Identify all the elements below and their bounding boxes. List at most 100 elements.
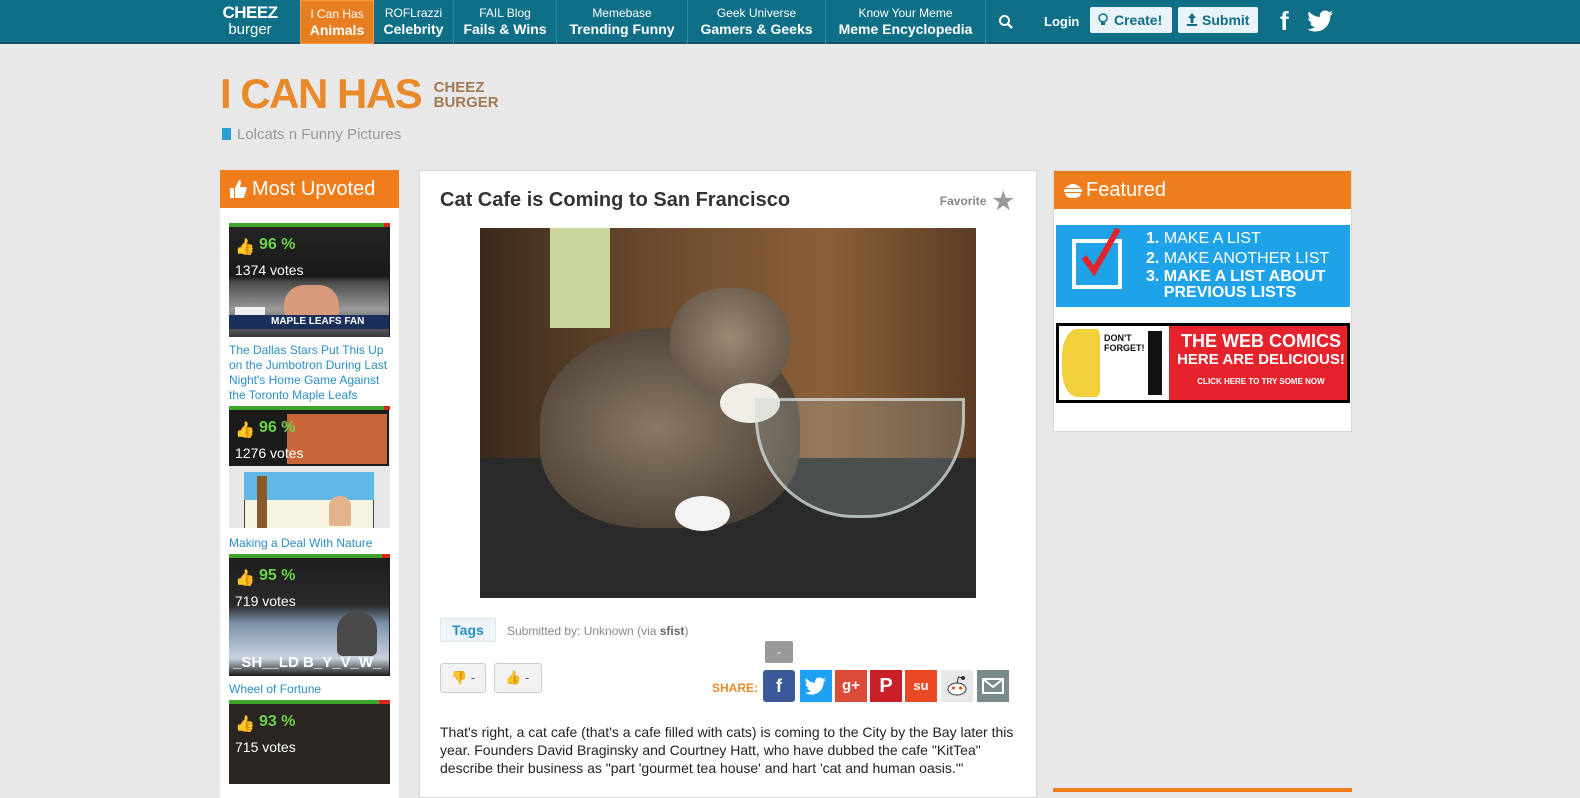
featured-heading: Featured [1054, 171, 1351, 209]
upvoted-item[interactable]: 👍 96 % 1276 votes Making a Deal With Nat… [229, 406, 390, 551]
facebook-share-icon[interactable]: f [763, 670, 795, 702]
nav-item-label: Fails & Wins [463, 21, 547, 37]
make-a-list-banner[interactable]: 1. MAKE A LIST 2. MAKE ANOTHER LIST 3. M… [1056, 225, 1350, 307]
burger-icon [1064, 184, 1082, 198]
comics-small-2: FORGET! [1104, 343, 1145, 353]
next-panel-edge [1053, 788, 1352, 792]
stumbleupon-share-icon[interactable]: su [905, 670, 937, 702]
nav-item-meme-encyclopedia[interactable]: Know Your Meme Meme Encyclopedia [826, 0, 986, 44]
nav-item-label: Animals [309, 22, 365, 38]
list-entry-3: 3. MAKE A LIST ABOUT PREVIOUS LISTS [1146, 269, 1344, 301]
upvoted-thumbnail[interactable]: _SH__LD B_Y_V_W_ 👍 95 % 719 votes [229, 558, 390, 676]
downvote-count: - [470, 670, 476, 685]
submitted-by-link[interactable]: sfist [660, 624, 685, 638]
upvoted-thumbnail[interactable]: 👍 93 % 715 votes [229, 704, 390, 784]
nav-item-label: Meme Encyclopedia [838, 21, 973, 37]
upvote-button[interactable]: 👍 - [494, 663, 542, 693]
share-count: - [765, 641, 793, 663]
upvoted-item-title[interactable]: Wheel of Fortune [229, 682, 390, 697]
nav-item-sublabel: Memebase [592, 6, 652, 20]
list-entry-2: 2. MAKE ANOTHER LIST [1146, 250, 1330, 267]
nav-item-fails-wins[interactable]: FAIL Blog Fails & Wins [454, 0, 557, 44]
downvote-button[interactable]: 👎 - [440, 663, 486, 693]
create-button-label: Create! [1114, 12, 1163, 28]
vote-count: 719 votes [235, 593, 296, 609]
thumbs-up-icon: 👍 [505, 670, 522, 685]
cheezburger-logo[interactable]: CHEEZ burger [220, 4, 280, 42]
thumbs-up-icon: 👍 [235, 239, 255, 256]
favorite-button[interactable]: Favorite ★ [940, 187, 1014, 216]
most-upvoted-panel: Most Upvoted MAPLE LEAFS FAN 👍 96 % 1374… [220, 170, 399, 798]
search-icon[interactable] [998, 14, 1014, 30]
nav-item-sublabel: Geek Universe [716, 6, 797, 20]
upvoted-item[interactable]: 👍 93 % 715 votes [229, 700, 390, 784]
upload-icon [1187, 13, 1197, 26]
nav-item-sublabel: ROFLrazzi [384, 6, 443, 20]
thumbs-down-icon: 👎 [451, 670, 468, 685]
logo-text-2: burger [228, 21, 272, 38]
upvoted-item-title[interactable]: The Dallas Stars Put This Up on the Jumb… [229, 343, 390, 403]
submit-button-label: Submit [1202, 12, 1250, 28]
site-title[interactable]: I CAN HAS CHEEZ BURGER [220, 72, 499, 116]
pinterest-share-icon[interactable]: P [870, 670, 902, 702]
thumbs-up-icon: 👍 [235, 570, 255, 587]
thumbnail-caption: _SH__LD B_Y_V_W_ [233, 654, 382, 671]
site-tagline: Lolcats n Funny Pictures [222, 126, 401, 143]
upvoted-item[interactable]: _SH__LD B_Y_V_W_ 👍 95 % 719 votes Wheel … [229, 554, 390, 697]
nav-item-label: Celebrity [383, 21, 444, 37]
web-comics-banner[interactable]: DON'T FORGET! THE WEB COMICS HERE ARE DEL… [1056, 323, 1350, 403]
submit-button[interactable]: Submit [1178, 7, 1258, 33]
upvoted-thumbnail[interactable]: 👍 96 % 1276 votes [229, 410, 390, 528]
post-body-text: That's right, a cat cafe (that's a cafe … [440, 724, 1014, 776]
thumbs-up-icon: 👍 [235, 422, 255, 439]
google-plus-share-icon[interactable]: g+ [835, 670, 867, 702]
nav-item-sublabel: I Can Has [310, 7, 364, 21]
featured-panel: Featured 1. MAKE A LIST 2. MAKE ANOTHER … [1053, 170, 1352, 432]
upvoted-thumbnail[interactable]: MAPLE LEAFS FAN 👍 96 % 1374 votes [229, 227, 390, 337]
email-share-icon[interactable] [977, 670, 1009, 702]
featured-title: Featured [1086, 179, 1167, 201]
facebook-icon[interactable]: f [1280, 8, 1289, 34]
list-entry-1-text: MAKE A LIST [1163, 230, 1261, 247]
thumbs-up-icon: 👍 [235, 716, 255, 733]
upvote-percent: 96 % [259, 236, 296, 253]
twitter-share-icon[interactable] [800, 670, 832, 702]
upvote-percent: 96 % [259, 419, 296, 436]
nav-item-sublabel: FAIL Blog [479, 6, 531, 20]
upvoted-item-title[interactable]: Making a Deal With Nature [229, 536, 390, 551]
upvoted-item[interactable]: MAPLE LEAFS FAN 👍 96 % 1374 votes The Da… [229, 223, 390, 403]
vote-count: 1374 votes [235, 262, 304, 278]
favorite-label: Favorite [939, 194, 987, 208]
list-entry-2-text: MAKE ANOTHER LIST [1163, 250, 1330, 267]
star-icon: ★ [992, 188, 1014, 215]
submitted-suffix: ) [684, 624, 689, 638]
comics-headline-1: THE WEB COMICS [1181, 331, 1341, 351]
nav-item-celebrity[interactable]: ROFLrazzi Celebrity [374, 0, 454, 44]
twitter-icon[interactable] [1308, 10, 1334, 32]
top-navigation-bar: CHEEZ burger I Can Has Animals ROFLrazzi… [0, 0, 1580, 44]
nav-item-trending-funny[interactable]: Memebase Trending Funny [557, 0, 688, 44]
tags-button[interactable]: Tags [440, 618, 496, 642]
upvote-count: - [524, 670, 530, 685]
reddit-share-icon[interactable] [941, 670, 973, 702]
post-title[interactable]: Cat Cafe is Coming to San Francisco [440, 189, 790, 212]
logo-text-1: CHEEZ [222, 3, 278, 22]
thumbnail-caption: MAPLE LEAFS FAN [271, 316, 365, 327]
nav-item-animals[interactable]: I Can Has Animals [300, 0, 374, 44]
comics-cta: CLICK HERE TO TRY SOME NOW [1197, 377, 1325, 386]
login-link[interactable]: Login [1044, 14, 1079, 29]
most-upvoted-title: Most Upvoted [252, 178, 376, 200]
upvote-percent: 93 % [259, 713, 296, 730]
site-title-small-2: BURGER [433, 94, 499, 111]
nav-item-gamers-geeks[interactable]: Geek Universe Gamers & Geeks [688, 0, 826, 44]
list-entry-1: 1. MAKE A LIST [1146, 230, 1261, 247]
share-label: SHARE: [712, 681, 759, 695]
post-image[interactable] [480, 228, 976, 598]
site-title-main: I CAN HAS [220, 70, 423, 117]
lightbulb-icon [1098, 13, 1108, 25]
vote-count: 1276 votes [235, 445, 304, 461]
create-button[interactable]: Create! [1090, 7, 1172, 33]
thumbs-up-icon [230, 180, 247, 198]
post-panel: Cat Cafe is Coming to San Francisco Favo… [419, 170, 1037, 798]
list-entry-3-text: MAKE A LIST ABOUT PREVIOUS LISTS [1163, 268, 1326, 301]
